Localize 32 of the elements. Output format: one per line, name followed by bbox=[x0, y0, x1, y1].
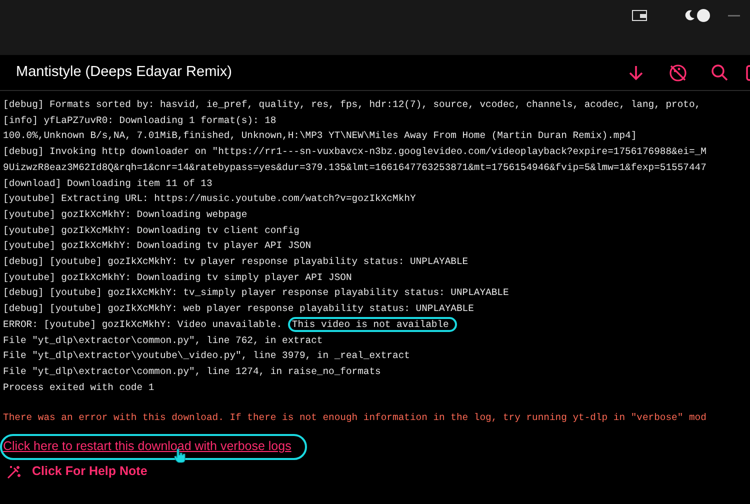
log-line: [debug] [youtube] gozIkXcMkhY: tv_simply player response playability status: UNPLAYABLE bbox=[3, 287, 509, 298]
log-line: Process exited with code 1 bbox=[3, 382, 154, 393]
log-line: [debug] [youtube] gozIkXcMkhY: tv player response playability status: UNPLAYABLE bbox=[3, 256, 468, 268]
log-line: 9UizwzR8eaz3M62Id8Q&rqh=1&cnr=14&ratebypass=yes&dur=379.135&lmt=1661647763253871&mt=1756154946&fvip=5&lmw=1&fexp=51557447 bbox=[3, 162, 706, 173]
log-line: 100.0%,Unknown B/s,NA, 7.01MiB,finished, Unknown,H:\MP3 YT\NEW\Miles Away From Home (Martin Duran Remix).mp4] bbox=[3, 130, 637, 142]
log-line: [youtube] gozIkXcMkhY: Downloading tv client config bbox=[3, 224, 300, 236]
palette-slash-icon[interactable] bbox=[669, 64, 687, 82]
restart-link[interactable]: Click here to restart this download with verbose logs bbox=[3, 439, 292, 455]
log-line: [debug] [youtube] gozIkXcMkhY: web player response playability status: UNPLAYABLE bbox=[3, 303, 474, 314]
log-line: File "yt_dlp\extractor\youtube\_video.py", line 3979, in _real_extract bbox=[3, 350, 410, 362]
log-line: [debug] Invoking http downloader on "https://rr1---sn-vuxbavcx-n3bz.googlevideo.com/videoplayback?expire=1756176988&ei=_M bbox=[3, 146, 706, 158]
help-note-link[interactable]: Click For Help Note bbox=[32, 464, 148, 480]
error-notice: There was an error with this download. If there is not enough information in the log, try running yt-dlp in "verbose" mod bbox=[3, 411, 708, 426]
log-line: [youtube] gozIkXcMkhY: Downloading tv player API JSON bbox=[3, 240, 312, 252]
log-line: [youtube] Extracting URL: https://music.youtube.com/watch?v=gozIkXcMkhY bbox=[3, 193, 416, 204]
log-line: File "yt_dlp\extractor\common.py", line 1274, in raise_no_formats bbox=[3, 366, 381, 377]
search-icon[interactable] bbox=[711, 64, 728, 81]
log-line: [youtube] gozIkXcMkhY: Downloading webpage bbox=[3, 208, 248, 220]
log-line: [download] Downloading item 11 of 13 bbox=[3, 178, 212, 189]
song-title: Mantistyle (Deeps Edayar Remix) bbox=[16, 62, 233, 82]
download-icon[interactable] bbox=[629, 64, 643, 80]
log-line: [youtube] gozIkXcMkhY: Downloading tv simply player API JSON bbox=[3, 272, 352, 283]
log-line: [info] yfLaPZ7uvR0: Downloading 1 format(s): 18 bbox=[3, 114, 276, 126]
toggle-knob-icon[interactable] bbox=[697, 9, 710, 22]
log-line: [debug] Formats sorted by: hasvid, ie_pref, quality, res, fps, hdr:12(7), source, vcodec, channels, acodec, lang, proto, bbox=[3, 99, 701, 110]
moon-icon[interactable] bbox=[685, 10, 695, 21]
log-line: File "yt_dlp\extractor\common.py", line 762, in extract bbox=[3, 334, 323, 346]
window-icon[interactable] bbox=[632, 10, 647, 22]
minimize-icon[interactable] bbox=[728, 14, 740, 16]
log-line: ERROR: [youtube] gozIkXcMkhY: Video unavailable. bbox=[3, 318, 282, 330]
circled-message: This video is not available bbox=[288, 316, 457, 332]
magic-wand-icon bbox=[7, 464, 21, 479]
